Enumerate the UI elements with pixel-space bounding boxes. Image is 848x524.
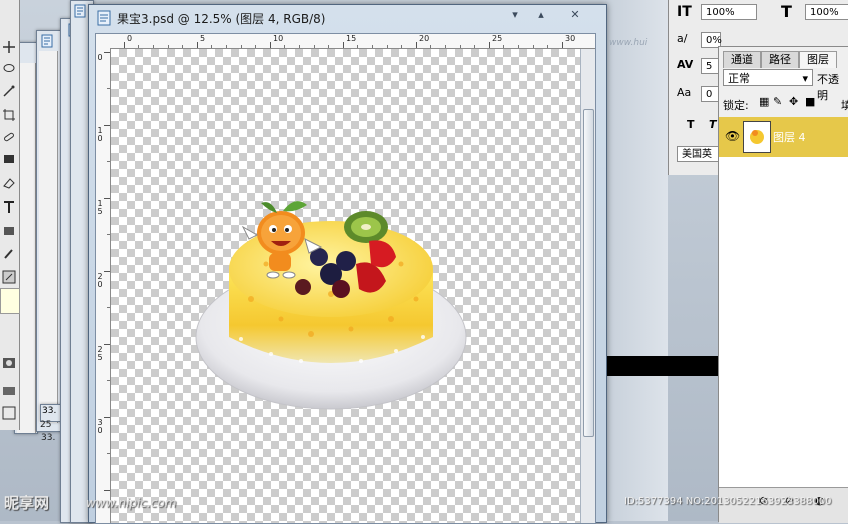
quick-mask-icon[interactable] (2, 356, 16, 370)
document-titlebar[interactable]: 果宝3.psd @ 12.5% (图层 4, RGB/8) ▾ ▴ ✕ (89, 5, 606, 31)
jump-to-icon[interactable] (2, 406, 16, 420)
kerning-icon: AV (677, 58, 694, 71)
ps-document-icon (97, 10, 111, 26)
faux-italic-icon[interactable]: T (709, 118, 717, 131)
move-tool-icon[interactable] (2, 40, 16, 54)
maximize-icon[interactable]: ▴ (533, 9, 549, 21)
ruler-label: 1 5 (97, 199, 103, 216)
tools-panel (0, 0, 20, 430)
lock-label: 锁定: (723, 99, 749, 112)
tab-paths[interactable]: 路径 (761, 51, 799, 68)
layer-row[interactable]: 👁 图层 4 (719, 117, 848, 157)
zoom-readout-a-label: 33. (42, 406, 57, 416)
brush-tool-icon[interactable] (2, 152, 16, 166)
ruler-label: 3 0 (97, 418, 103, 435)
tab-layers[interactable]: 图层 (799, 51, 837, 68)
faux-bold-icon[interactable]: T (687, 118, 695, 131)
screen-mode-icon[interactable] (2, 384, 16, 398)
color-swatch[interactable] (0, 288, 20, 314)
zoom-readout-b: 25 (40, 420, 52, 430)
blend-mode-select[interactable]: 正常 ▾ (723, 69, 813, 86)
fill-label: 填 (841, 99, 848, 112)
vertical-ruler[interactable]: 0 1 0 1 5 2 0 2 5 3 0 (96, 48, 111, 523)
ruler-label: 0 (97, 53, 103, 62)
vertical-scrollbar[interactable] (580, 49, 595, 523)
black-bar (605, 356, 718, 376)
ps-document-icon (73, 4, 87, 18)
magic-wand-icon[interactable] (2, 84, 16, 98)
layer-thumbnail (743, 121, 771, 153)
language-select[interactable]: 美国英 (677, 146, 719, 162)
cake-image (195, 201, 467, 410)
eye-icon[interactable]: 👁 (725, 129, 740, 143)
chevron-down-icon: ▾ (802, 72, 808, 85)
lasso-tool-icon[interactable] (2, 62, 16, 76)
blend-mode-value: 正常 (728, 72, 750, 85)
watermark-id: ID:5377394 NO:20130522163923388000 (624, 496, 832, 507)
zoom-tool-icon[interactable] (2, 270, 16, 284)
eyedropper-icon[interactable] (2, 246, 16, 260)
corner-watermark: www.hui (609, 38, 648, 48)
transparent-canvas[interactable] (111, 49, 581, 523)
lock-transparent-icon[interactable]: ▦ (759, 95, 769, 108)
eraser-tool-icon[interactable] (2, 176, 16, 190)
zoom-readout-a: 33. (41, 433, 56, 443)
document-window[interactable]: 果宝3.psd @ 12.5% (图层 4, RGB/8) ▾ ▴ ✕ 0 5 … (88, 4, 607, 524)
ruler-label: 15 (346, 34, 357, 43)
horizontal-ruler[interactable]: 0 5 10 15 20 25 30 (110, 34, 595, 49)
ps-document-icon (40, 34, 54, 48)
ruler-label: 10 (273, 34, 284, 43)
workspace-right-strip (605, 0, 668, 521)
watermark-logo: 昵享网 (4, 494, 50, 512)
healing-brush-icon[interactable] (2, 130, 16, 144)
ruler-label: 30 (565, 34, 576, 43)
ruler-corner[interactable] (96, 34, 111, 49)
lock-image-icon[interactable]: ✎ (773, 95, 782, 108)
ruler-label: 20 (419, 34, 430, 43)
crop-tool-icon[interactable] (2, 108, 16, 122)
ruler-label: 2 0 (97, 272, 103, 289)
layer-list-empty (719, 157, 848, 487)
rectangle-tool-icon[interactable] (2, 224, 16, 238)
layers-panel: 通道 路径 图层 正常 ▾ 不透明 锁定: ▦ ✎ ✥ ■ 填 👁 图层 4 ⊗… (718, 46, 848, 523)
lock-all-icon[interactable]: ■ (805, 95, 815, 108)
watermark-url: www.nipic.com (86, 496, 177, 510)
ruler-label: 5 (200, 34, 206, 43)
canvas-frame: 0 5 10 15 20 25 30 0 1 0 1 5 2 0 2 5 3 0 (95, 33, 596, 524)
lock-position-icon[interactable]: ✥ (789, 95, 798, 108)
type-tool-icon[interactable] (2, 200, 16, 214)
ruler-label: 25 (492, 34, 503, 43)
minimize-icon[interactable]: ▾ (507, 9, 523, 21)
horizontal-scale-icon: T (781, 2, 792, 21)
ruler-label: 1 0 (97, 126, 103, 143)
vertical-scale-icon: IT (677, 4, 692, 20)
vertical-scale-field[interactable]: 100% (701, 4, 757, 20)
leading-icon: a/ (677, 32, 688, 45)
baseline-icon: Aa (677, 86, 692, 99)
layer-name: 图层 4 (773, 131, 806, 144)
scrollbar-thumb[interactable] (583, 109, 594, 437)
close-icon[interactable]: ✕ (567, 9, 583, 21)
ruler-label: 2 5 (97, 345, 103, 362)
document-title: 果宝3.psd @ 12.5% (图层 4, RGB/8) (117, 12, 326, 26)
ruler-label: 0 (127, 34, 133, 43)
tab-channels[interactable]: 通道 (723, 51, 761, 68)
horizontal-scale-field[interactable]: 100% (805, 4, 848, 20)
